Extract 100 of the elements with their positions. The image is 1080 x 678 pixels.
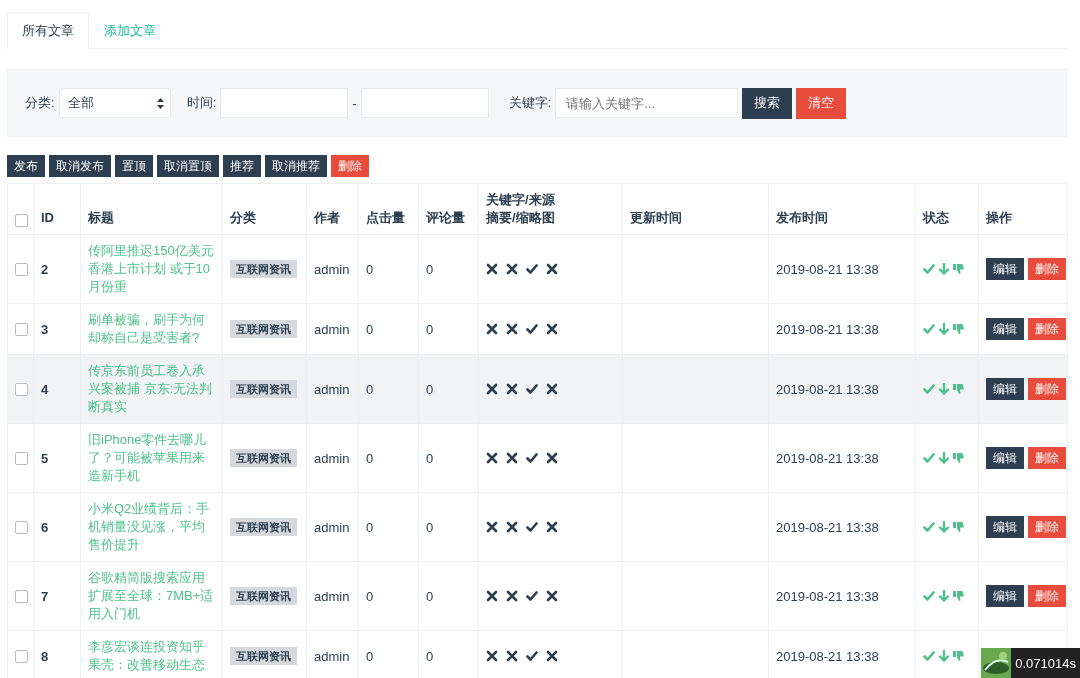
table-cell: 3 bbox=[33, 303, 81, 355]
thumbs-down-icon bbox=[953, 521, 965, 533]
table-cell: 0 bbox=[358, 561, 419, 631]
category-tag: 互联网资讯 bbox=[230, 260, 297, 278]
table-cell: 0 bbox=[418, 303, 479, 355]
checkbox[interactable] bbox=[15, 649, 28, 663]
checkbox[interactable] bbox=[15, 382, 28, 396]
checkbox[interactable] bbox=[15, 589, 28, 603]
down-arrow-icon bbox=[938, 650, 950, 662]
column-header: 操作 bbox=[986, 209, 1013, 227]
end-time-field[interactable] bbox=[360, 88, 489, 118]
time-label: 时间: bbox=[186, 94, 217, 112]
edit-button[interactable]: 编辑 bbox=[986, 378, 1024, 400]
keyword-field[interactable]: 请输入关键字... bbox=[555, 88, 739, 118]
delete-button[interactable]: 删除 bbox=[1028, 378, 1066, 400]
start-time-field[interactable] bbox=[220, 88, 349, 118]
table-cell: 0 bbox=[418, 561, 479, 631]
check-icon bbox=[923, 521, 935, 533]
table-cell: 2019-08-21 13:38 bbox=[768, 234, 916, 304]
edit-button[interactable]: 编辑 bbox=[986, 258, 1024, 280]
action-button[interactable]: 发布 bbox=[7, 155, 45, 177]
delete-button[interactable]: 删除 bbox=[331, 155, 369, 177]
table-cell: admin bbox=[306, 561, 359, 631]
table-cell: 0 bbox=[418, 492, 479, 562]
column-header: 状态 bbox=[923, 209, 950, 227]
tab[interactable]: 所有文章 bbox=[7, 12, 89, 49]
delete-button[interactable]: 删除 bbox=[1028, 516, 1066, 538]
category-select[interactable]: 全部 bbox=[58, 88, 171, 118]
down-arrow-icon bbox=[938, 263, 950, 275]
category-tag: 互联网资讯 bbox=[230, 647, 297, 665]
thumbs-down-icon bbox=[953, 452, 965, 464]
check-icon bbox=[923, 383, 935, 395]
down-arrow-icon bbox=[938, 521, 950, 533]
checkbox[interactable] bbox=[15, 322, 28, 336]
action-button[interactable]: 取消置顶 bbox=[157, 155, 219, 177]
table-cell: admin bbox=[306, 354, 359, 424]
table-cell: 2019-08-21 13:38 bbox=[768, 423, 916, 493]
thumbs-down-icon bbox=[953, 590, 965, 602]
clear-button[interactable]: 清空 bbox=[796, 87, 847, 119]
search-button[interactable]: 搜索 bbox=[742, 87, 793, 119]
table-cell: admin bbox=[306, 303, 359, 355]
edit-button[interactable]: 编辑 bbox=[986, 585, 1024, 607]
thumbs-down-icon bbox=[953, 650, 965, 662]
action-button[interactable]: 取消发布 bbox=[49, 155, 111, 177]
table-cell: 2 bbox=[33, 234, 81, 304]
thumbs-down-icon bbox=[953, 263, 965, 275]
column-header: ID bbox=[41, 209, 55, 227]
check-icon bbox=[923, 263, 935, 275]
column-header: 标题 bbox=[88, 209, 115, 227]
checkbox[interactable] bbox=[15, 262, 28, 276]
table-cell: admin bbox=[306, 492, 359, 562]
table-cell: 4 bbox=[33, 354, 81, 424]
keyword-label: 关键字: bbox=[508, 94, 552, 112]
edit-button[interactable]: 编辑 bbox=[986, 447, 1024, 469]
table-cell: 0 bbox=[358, 492, 419, 562]
table-cell: 0 bbox=[418, 234, 479, 304]
action-button[interactable]: 推荐 bbox=[223, 155, 261, 177]
action-button[interactable]: 取消推荐 bbox=[265, 155, 327, 177]
table-cell: 7 bbox=[33, 561, 81, 631]
table-cell: admin bbox=[306, 423, 359, 493]
edit-button[interactable]: 编辑 bbox=[986, 516, 1024, 538]
edit-button[interactable]: 编辑 bbox=[986, 318, 1024, 340]
down-arrow-icon bbox=[938, 452, 950, 464]
runtime-text: 0.071014s bbox=[1015, 655, 1076, 671]
column-header: 更新时间 bbox=[630, 209, 683, 227]
category-tag: 互联网资讯 bbox=[230, 449, 297, 467]
table-cell: 0 bbox=[418, 423, 479, 493]
table-cell: 0 bbox=[358, 303, 419, 355]
checkbox[interactable] bbox=[15, 520, 28, 534]
column-header: 分类 bbox=[230, 209, 257, 227]
time-separator: - bbox=[352, 95, 357, 111]
action-button[interactable]: 置顶 bbox=[115, 155, 153, 177]
checkbox[interactable] bbox=[15, 451, 28, 465]
column-header: 点击量 bbox=[366, 209, 406, 227]
column-header: 评论量 bbox=[426, 209, 466, 227]
delete-button[interactable]: 删除 bbox=[1028, 585, 1066, 607]
check-icon bbox=[923, 452, 935, 464]
category-tag: 互联网资讯 bbox=[230, 320, 297, 338]
table-cell: 6 bbox=[33, 492, 81, 562]
delete-button[interactable]: 删除 bbox=[1028, 258, 1066, 280]
down-arrow-icon bbox=[938, 323, 950, 335]
check-icon bbox=[923, 650, 935, 662]
column-header: 作者 bbox=[314, 209, 341, 227]
delete-button[interactable]: 删除 bbox=[1028, 447, 1066, 469]
delete-button[interactable]: 删除 bbox=[1028, 318, 1066, 340]
column-header: 关键字/来源 bbox=[486, 191, 556, 209]
thumbs-down-icon bbox=[953, 323, 965, 335]
trace-bar[interactable]: 0.071014s bbox=[981, 648, 1080, 678]
category-label: 分类: bbox=[25, 94, 55, 112]
table-cell: 0 bbox=[358, 354, 419, 424]
category-tag: 互联网资讯 bbox=[230, 380, 297, 398]
table-cell: 0 bbox=[358, 234, 419, 304]
table-cell: 2019-08-21 13:38 bbox=[768, 492, 916, 562]
category-tag: 互联网资讯 bbox=[230, 518, 297, 536]
sort-caret-icon bbox=[156, 97, 164, 109]
table-cell: 2019-08-21 13:38 bbox=[768, 303, 916, 355]
column-header: 发布时间 bbox=[776, 209, 829, 227]
table-cell: 5 bbox=[33, 423, 81, 493]
table-cell: admin bbox=[306, 234, 359, 304]
checkbox[interactable] bbox=[15, 214, 28, 227]
